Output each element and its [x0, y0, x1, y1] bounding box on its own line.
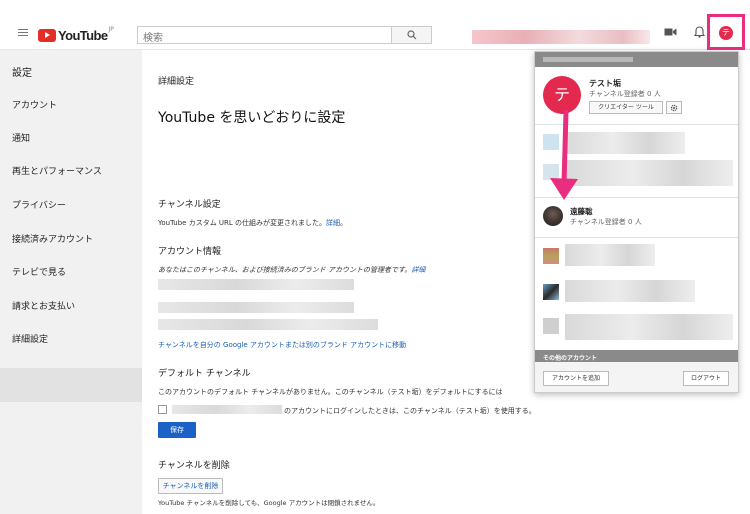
search-input[interactable]: 検索 [137, 26, 392, 44]
blurred-account-name [472, 30, 650, 44]
current-account-subscribers: チャンネル登録者 0 人 [589, 90, 661, 98]
avatar[interactable]: テ [719, 26, 733, 40]
current-account-name: テスト垢 [589, 79, 621, 88]
blurred-account-row[interactable] [565, 244, 655, 266]
blurred-info-row [158, 319, 378, 330]
search-button[interactable] [392, 26, 432, 44]
other-account-avatar[interactable] [543, 206, 563, 226]
sidebar-item-tv[interactable]: テレビで見る [12, 265, 66, 278]
delete-channel-button[interactable]: チャンネルを削除 [158, 478, 223, 494]
blurred-account-row[interactable] [565, 314, 733, 340]
divider [535, 237, 738, 238]
other-accounts-header: その他のアカウント [535, 350, 738, 362]
sidebar-item-advanced[interactable]: 詳細設定 [12, 332, 48, 345]
video-camera-icon[interactable] [664, 27, 677, 37]
blurred-email-header [535, 52, 738, 67]
other-account-subscribers: チャンネル登録者 0 人 [570, 218, 642, 226]
logo-region: JP [108, 26, 114, 33]
sidebar-item-connected-accounts[interactable]: 接続済みアカウント [12, 232, 93, 245]
default-channel-label: デフォルト チャンネル [158, 369, 251, 379]
sidebar-item-account[interactable]: アカウント [12, 98, 57, 111]
blurred-account-thumb [543, 318, 559, 334]
channel-settings-text: YouTube カスタム URL の仕組みが変更されました。詳細。 [158, 219, 348, 227]
sidebar: 設定 アカウント 通知 再生とパフォーマンス プライバシー 接続済みアカウント … [0, 50, 142, 514]
default-channel-checkbox-label: のアカウントにログインしたときは、このチャンネル（テスト垢）を使用する。 [284, 407, 536, 415]
top-bar: YouTube JP 検索 テ [0, 0, 750, 50]
popup-footer: アカウントを追加 ログアウト [535, 362, 738, 392]
sidebar-item-privacy[interactable]: プライバシー [12, 198, 66, 211]
add-account-button[interactable]: アカウントを追加 [543, 371, 609, 386]
blurred-info-row [158, 302, 354, 313]
blurred-account-row[interactable] [565, 280, 695, 302]
play-icon [38, 29, 56, 42]
settings-button[interactable] [666, 101, 682, 114]
channel-settings-label: チャンネル設定 [158, 200, 221, 210]
channel-settings-learn-more-link[interactable]: 詳細 [326, 219, 340, 227]
save-button[interactable]: 保存 [158, 422, 196, 438]
account-info-label: アカウント情報 [158, 247, 222, 257]
sidebar-item-billing[interactable]: 請求とお支払い [12, 299, 75, 312]
sidebar-item-notifications[interactable]: 通知 [12, 131, 30, 144]
creator-tools-button[interactable]: クリエイター ツール [589, 101, 663, 114]
bell-icon[interactable] [694, 26, 705, 38]
logo-text: YouTube [58, 28, 108, 43]
sidebar-active-highlight [0, 368, 142, 402]
blurred-account-row[interactable] [565, 160, 733, 186]
page-title: 詳細設定 [158, 77, 195, 87]
current-account-avatar: テ [543, 76, 581, 114]
blurred-account-thumb [543, 248, 559, 264]
sidebar-heading: 設定 [12, 68, 32, 79]
blurred-info-row [158, 279, 354, 290]
account-info-learn-more-link[interactable]: 詳細 [411, 266, 425, 274]
menu-icon[interactable] [18, 29, 28, 37]
delete-channel-label: チャンネルを削除 [158, 461, 230, 471]
blurred-account-thumb [543, 284, 559, 300]
delete-channel-note: YouTube チャンネルを削除しても、Google アカウントは閉鎖されません… [158, 499, 380, 507]
default-channel-checkbox[interactable] [158, 405, 167, 414]
blurred-email [172, 405, 282, 414]
blurred-account-row[interactable] [565, 132, 685, 154]
default-channel-text: このアカウントのデフォルト チャンネルがありません。このチャンネル（テスト垢）を… [158, 388, 503, 396]
annotation-arrow [550, 110, 578, 200]
account-switcher-popup: テ テスト垢 チャンネル登録者 0 人 クリエイター ツール 遠藤聡 チャンネル… [534, 51, 739, 393]
logout-button[interactable]: ログアウト [683, 371, 729, 386]
search-icon [407, 30, 417, 40]
page-heading: YouTube を思いどおりに設定 [158, 110, 346, 126]
sidebar-item-playback[interactable]: 再生とパフォーマンス [12, 164, 102, 177]
move-channel-link[interactable]: チャンネルを自分の Google アカウントまたは別のブランド アカウントに移動 [158, 340, 406, 350]
account-info-text: あなたはこのチャンネル、および接続済みのブランド アカウントの管理者です。詳細 [158, 266, 426, 274]
gear-icon [670, 104, 678, 112]
avatar-highlight: テ [707, 14, 745, 50]
youtube-logo[interactable]: YouTube JP [38, 26, 114, 43]
other-account-name[interactable]: 遠藤聡 [570, 206, 593, 217]
